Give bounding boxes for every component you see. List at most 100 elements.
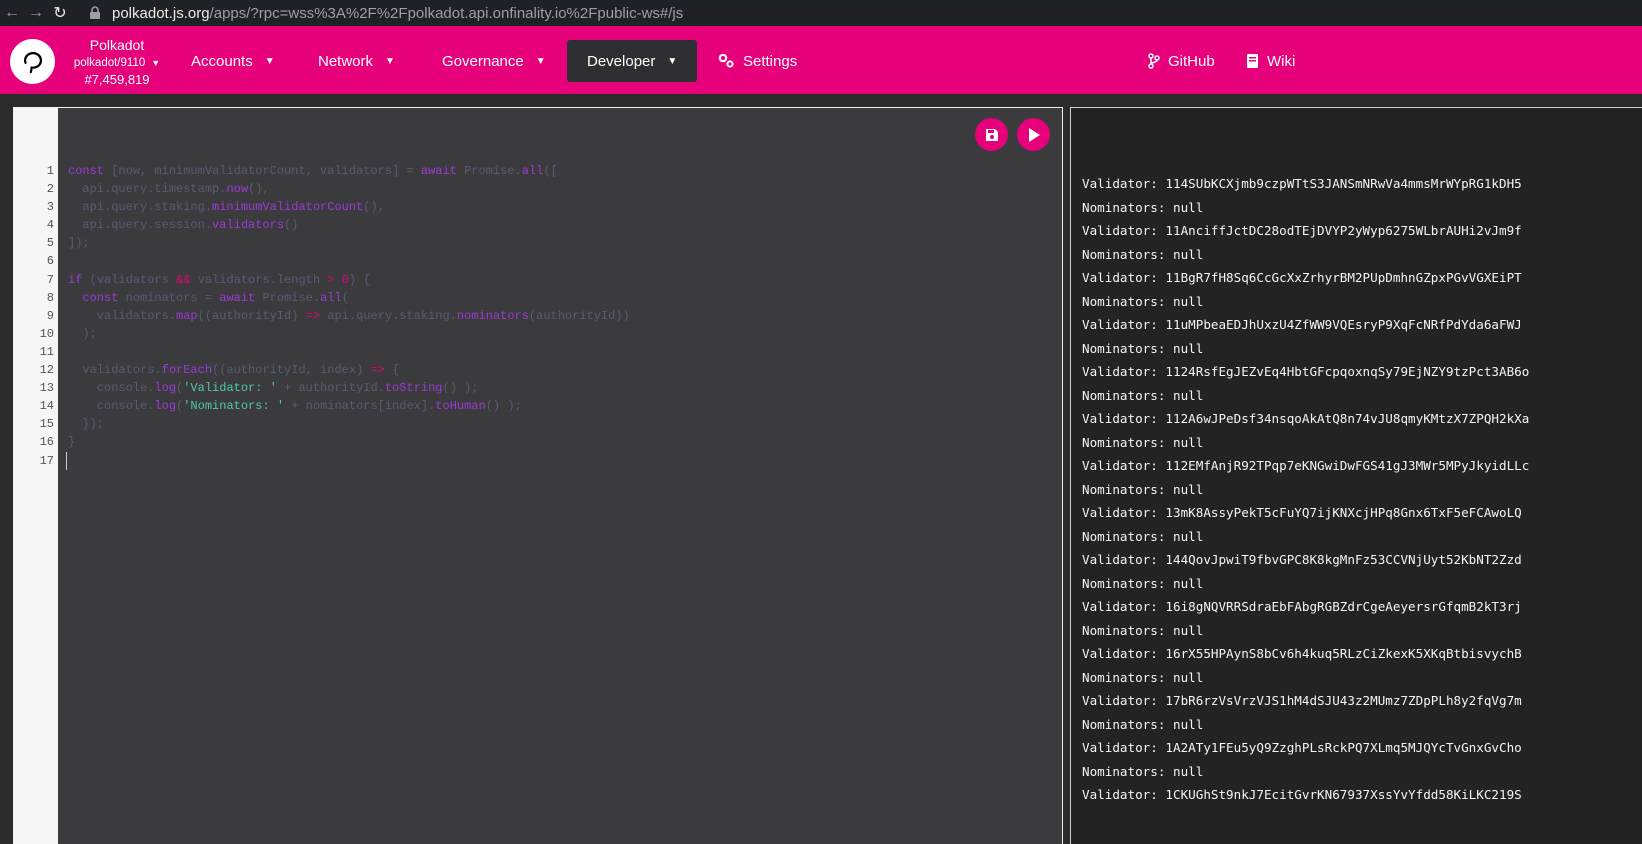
save-button[interactable] — [975, 118, 1008, 151]
github-link[interactable]: GitHub — [1128, 40, 1235, 82]
output-line: Validator: 144QovJpwiT9fbvGPC8K8kgMnFz53… — [1082, 552, 1522, 567]
output-line: Nominators: null — [1082, 622, 1204, 638]
code-text: api.query.session.validators() — [68, 218, 299, 233]
line-number: 7 — [46, 272, 54, 287]
output-line: Validator: 17bR6rzVsVrzVJS1hM4dSJU43z2MU… — [1082, 693, 1522, 708]
wiki-link[interactable]: Wiki — [1226, 40, 1315, 82]
output-line: Nominators: null — [1082, 481, 1204, 497]
output-line: Nominators: null — [1082, 387, 1204, 403]
menu-settings[interactable]: Settings — [697, 40, 817, 82]
output-line: Validator: 13mK8AssyPekT5cFuYQ7ijKNXcjHP… — [1082, 505, 1522, 520]
code-line: 1 const [now, minimumValidatorCount, vali… — [14, 162, 630, 180]
line-number: 9 — [46, 308, 54, 323]
code-branch-icon — [1148, 53, 1160, 69]
browser-bar: ← → ↻ polkadot.js.org /apps/?rpc=wss%3A%… — [0, 0, 1642, 26]
output-line: Validator: 1CKUGhSt9nkJ7EcitGvrKN67937Xs… — [1082, 787, 1522, 802]
line-number: 14 — [39, 399, 54, 414]
console-output: Validator: 114SUbKCXjmb9czpWTtS3JANSmNRw… — [1070, 107, 1642, 844]
output-line: Nominators: null — [1082, 293, 1204, 309]
menu-label: Network — [318, 52, 374, 70]
line-number: 4 — [46, 218, 54, 233]
menu-network[interactable]: Network ▼ — [298, 40, 415, 82]
line-number: 16 — [39, 435, 54, 450]
line-number: 1 — [46, 164, 54, 178]
code-editor[interactable]: 1 const [now, minimumValidatorCount, vali… — [13, 107, 1063, 844]
output-line: Nominators: null — [1082, 669, 1204, 685]
line-number: 2 — [46, 182, 54, 197]
code-line: 8 const nominators = await Promise.all( — [14, 289, 630, 307]
line-number: 13 — [39, 381, 54, 396]
menu-label: Accounts — [191, 52, 253, 70]
output-line: Validator: 11uMPbeaEDJhUxzU4ZfWW9VQEsryP… — [1082, 317, 1522, 332]
code-text: const nominators = await Promise.all( — [82, 290, 349, 305]
output-line: Validator: 112A6wJPeDsf34nsqoAkAtQ8n74vJ… — [1082, 411, 1530, 426]
output-line: Nominators: null — [1082, 434, 1204, 450]
line-number: 12 — [39, 363, 54, 378]
code-text: ); — [68, 326, 97, 341]
run-button[interactable] — [1017, 118, 1050, 151]
code-line: 4 api.query.session.validators() — [14, 216, 630, 234]
top-nav: Polkadot polkadot/9110 ▼ #7,459,819 Accou… — [0, 26, 1642, 94]
menu-developer[interactable]: Developer ▼ — [567, 40, 697, 82]
output-line: Nominators: null — [1082, 763, 1204, 779]
code-text: ]); — [68, 236, 90, 251]
line-number: 5 — [46, 236, 54, 251]
code-line: 17 — [14, 451, 630, 470]
output-line: Nominators: null — [1082, 246, 1204, 262]
line-number: 15 — [39, 417, 54, 432]
chevron-down-icon: ▼ — [151, 58, 161, 69]
menu-label: Developer — [587, 52, 656, 70]
code-line: 7 if (validators && validators.length > 0… — [14, 271, 630, 289]
address-bar[interactable]: polkadot.js.org /apps/?rpc=wss%3A%2F%2Fp… — [88, 0, 683, 26]
output-lines: Validator: 114SUbKCXjmb9czpWTtS3JANSmNRw… — [1082, 172, 1529, 807]
menu-governance[interactable]: Governance ▼ — [422, 40, 566, 82]
code-line: 5]); — [14, 234, 630, 252]
forward-icon[interactable]: → — [24, 1, 48, 25]
chain-name: Polkadot — [89, 37, 145, 53]
code-text: api.query.staking.minimumValidatorCount(… — [68, 200, 385, 215]
chevron-down-icon: ▼ — [535, 55, 546, 67]
code-text: console.log('Nominators: ' + nominators[… — [68, 399, 522, 414]
code-line: 14 console.log('Nominators: ' + nominato… — [14, 397, 630, 415]
polkadot-logo-icon — [17, 46, 48, 77]
code-line: 11 — [14, 343, 630, 361]
line-number: 10 — [39, 326, 54, 341]
code-text: const [now, minimumValidatorCount, valid… — [68, 164, 558, 178]
line-number: 8 — [46, 290, 54, 305]
url-path: /apps/?rpc=wss%3A%2F%2Fpolkadot.api.onfi… — [209, 4, 684, 22]
chevron-down-icon: ▼ — [667, 55, 678, 67]
code-line: 10 ); — [14, 325, 630, 343]
line-number: 6 — [46, 254, 54, 269]
code-text: } — [68, 435, 76, 450]
output-line: Nominators: null — [1082, 716, 1204, 732]
lock-icon — [90, 6, 100, 19]
menu-label: Governance — [442, 52, 524, 70]
code-line: 6 — [14, 252, 630, 270]
line-number: 11 — [39, 344, 54, 359]
polkadot-logo[interactable] — [10, 39, 55, 84]
wiki-label: Wiki — [1267, 52, 1296, 70]
output-line: Nominators: null — [1082, 528, 1204, 544]
code-text: console.log('Validator: ' + authorityId.… — [68, 381, 479, 396]
book-icon — [1246, 53, 1259, 69]
menu-accounts[interactable]: Accounts ▼ — [171, 40, 295, 82]
chain-selector[interactable]: Polkadot polkadot/9110 ▼ #7,459,819 — [62, 37, 172, 87]
line-number: 3 — [46, 200, 54, 215]
output-line: Validator: 1A2ATy1FEu5yQ9ZzghPLsRckPQ7XL… — [1082, 740, 1522, 755]
code-line: 16} — [14, 433, 630, 451]
code-text: validators.map((authorityId) => api.quer… — [68, 308, 630, 323]
back-icon[interactable]: ← — [0, 1, 24, 25]
code-text: if (validators && validators.length > 0)… — [68, 272, 371, 287]
line-number: 17 — [39, 453, 54, 468]
chain-version: polkadot/9110 — [73, 57, 146, 70]
output-line: Validator: 1124RsfEgJEZvEq4HbtGFcpqoxnqS… — [1082, 364, 1530, 379]
save-icon — [985, 128, 998, 141]
code-line: 15 }); — [14, 415, 630, 433]
code-line: 9 validators.map((authorityId) => api.qu… — [14, 307, 630, 325]
url-host: polkadot.js.org — [112, 4, 210, 22]
code-lines: 1 const [now, minimumValidatorCount, vali… — [14, 162, 630, 470]
output-line: Nominators: null — [1082, 340, 1204, 356]
reload-icon[interactable]: ↻ — [48, 1, 72, 25]
